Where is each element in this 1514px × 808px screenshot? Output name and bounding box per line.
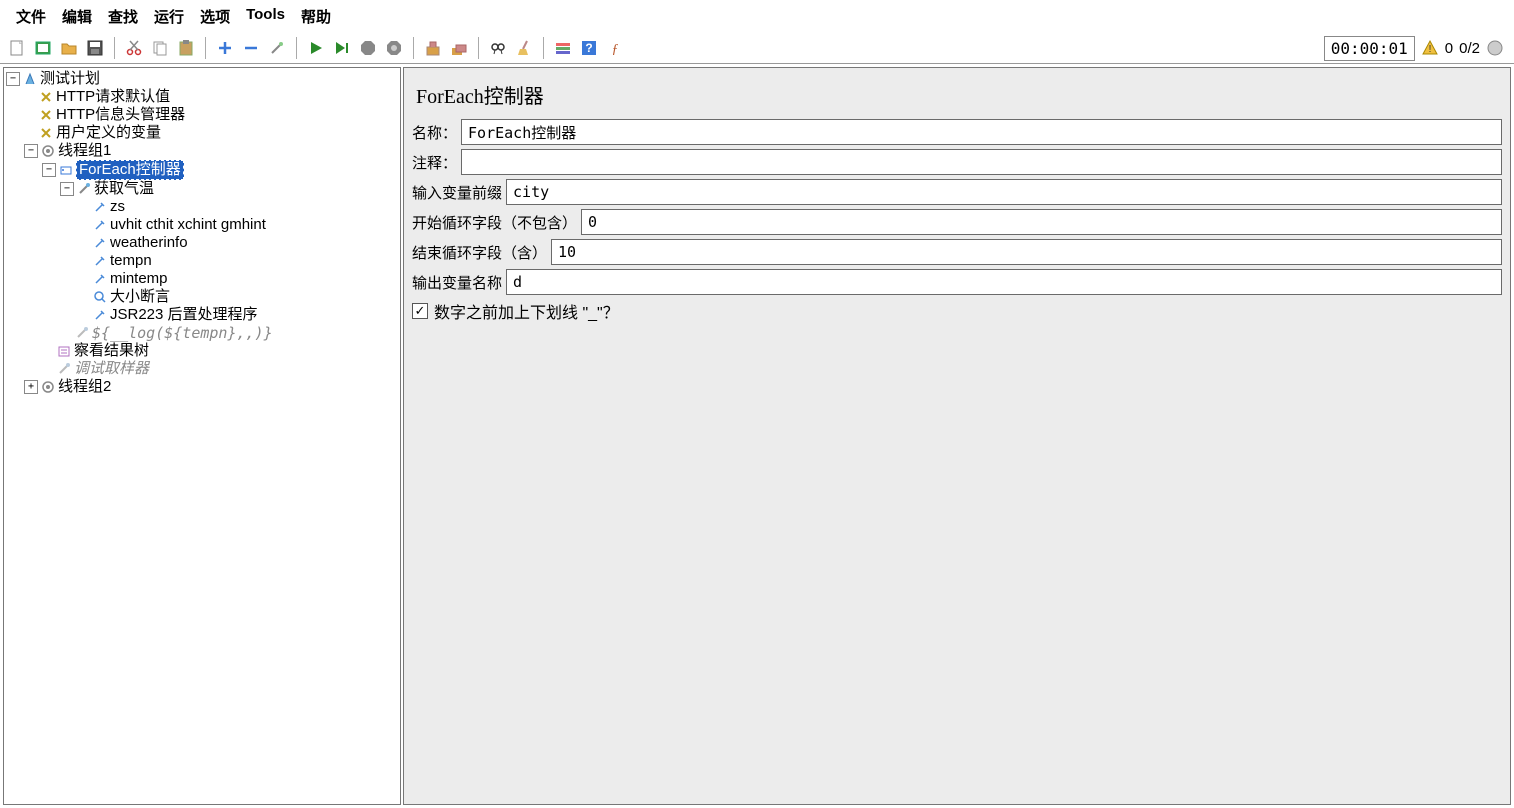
menu-run[interactable]: 运行 (146, 4, 192, 29)
wand-icon[interactable] (264, 35, 290, 61)
open-folder-icon[interactable] (56, 35, 82, 61)
menu-help[interactable]: 帮助 (293, 4, 339, 29)
comment-label: 注释： (412, 152, 461, 173)
svg-text:ƒ: ƒ (612, 42, 619, 57)
name-label: 名称： (412, 122, 461, 143)
status-indicator-icon (1486, 39, 1504, 57)
sampler-icon (56, 361, 72, 377)
extractor-icon (92, 199, 108, 215)
underscore-checkbox[interactable]: ✓ (412, 303, 428, 319)
panel-title: ForEach控制器 (416, 80, 1498, 109)
listener-icon (56, 343, 72, 359)
sampler-icon (74, 325, 90, 341)
shutdown-icon[interactable] (381, 35, 407, 61)
search-icon[interactable] (485, 35, 511, 61)
collapse-icon[interactable]: − (42, 163, 56, 177)
input-prefix-label: 输入变量前缀 (412, 182, 506, 203)
end-index-label: 结束循环字段（含） (412, 242, 551, 263)
templates-icon[interactable] (30, 35, 56, 61)
clear-icon[interactable] (420, 35, 446, 61)
menu-bar: 文件 编辑 查找 运行 选项 Tools 帮助 (0, 0, 1514, 33)
menu-search[interactable]: 查找 (100, 4, 146, 29)
stop-icon[interactable] (355, 35, 381, 61)
menu-edit[interactable]: 编辑 (54, 4, 100, 29)
tree-log-expr[interactable]: ${__log(${tempn},,)} (60, 324, 398, 342)
threadgroup-icon (40, 379, 56, 395)
expand-icon[interactable]: + (24, 380, 38, 394)
tree-var-zs[interactable]: zs (78, 198, 398, 216)
tree-panel[interactable]: − 测试计划 HTTP请求默认值 HTTP信息头管理器 用户定义的变量 − 线程… (3, 67, 401, 805)
editor-panel: ForEach控制器 名称： 注释： 输入变量前缀 开始循环字段（不包含） 结束… (403, 67, 1511, 805)
main-split: − 测试计划 HTTP请求默认值 HTTP信息头管理器 用户定义的变量 − 线程… (0, 64, 1514, 808)
collapse-icon[interactable]: − (24, 144, 38, 158)
config-icon (38, 89, 54, 105)
end-index-input[interactable] (551, 239, 1502, 265)
collapse-icon[interactable]: − (60, 182, 74, 196)
tree-var-weatherinfo[interactable]: weatherinfo (78, 234, 398, 252)
svg-text:?: ? (585, 41, 592, 55)
extractor-icon (92, 235, 108, 251)
tree-size-assertion[interactable]: 大小断言 (78, 288, 398, 306)
save-icon[interactable] (82, 35, 108, 61)
extractor-icon (92, 253, 108, 269)
help-icon[interactable]: ? (576, 35, 602, 61)
tree-http-defaults[interactable]: HTTP请求默认值 (24, 88, 398, 106)
tree-header-manager[interactable]: HTTP信息头管理器 (24, 106, 398, 124)
tree-var-tempn[interactable]: tempn (78, 252, 398, 270)
name-input[interactable] (461, 119, 1502, 145)
new-file-icon[interactable] (4, 35, 30, 61)
svg-text:!: ! (1428, 44, 1431, 55)
paste-icon[interactable] (173, 35, 199, 61)
cut-icon[interactable] (121, 35, 147, 61)
config-icon (38, 107, 54, 123)
output-var-label: 输出变量名称 (412, 272, 506, 293)
start-index-label: 开始循环字段（不包含） (412, 212, 581, 233)
tree-root[interactable]: − 测试计划 (6, 70, 398, 88)
run-no-pause-icon[interactable] (329, 35, 355, 61)
tree-view-results[interactable]: 察看结果树 (42, 342, 398, 360)
menu-file[interactable]: 文件 (8, 4, 54, 29)
clear-all-icon[interactable] (446, 35, 472, 61)
copy-icon[interactable] (147, 35, 173, 61)
collapse-icon[interactable]: − (6, 72, 20, 86)
menu-tools[interactable]: Tools (238, 4, 293, 29)
tree-selected-label: ForEach控制器 (76, 160, 184, 180)
thread-count: 0/2 (1459, 40, 1480, 57)
controller-icon (58, 162, 74, 178)
warning-icon[interactable]: ! (1421, 39, 1439, 57)
tree-jsr223[interactable]: JSR223 后置处理程序 (78, 306, 398, 324)
run-icon[interactable] (303, 35, 329, 61)
output-var-input[interactable] (506, 269, 1502, 295)
tree-debug-sampler[interactable]: 调试取样器 (42, 360, 398, 378)
threadgroup-icon (40, 143, 56, 159)
elapsed-timer: 00:00:01 (1324, 36, 1415, 61)
config-icon (38, 125, 54, 141)
tree-threadgroup-1[interactable]: − 线程组1 (24, 142, 398, 160)
testplan-icon (22, 71, 38, 87)
extractor-icon (92, 271, 108, 287)
menu-options[interactable]: 选项 (192, 4, 238, 29)
toggle-icon[interactable] (550, 35, 576, 61)
extractor-icon (92, 217, 108, 233)
tree-user-vars[interactable]: 用户定义的变量 (24, 124, 398, 142)
function-icon[interactable]: ƒ (602, 35, 628, 61)
minus-icon[interactable] (238, 35, 264, 61)
underscore-label: 数字之前加上下划线 "_"？ (434, 299, 619, 323)
comment-input[interactable] (461, 149, 1502, 175)
tree-threadgroup-2[interactable]: + 线程组2 (24, 378, 398, 396)
broom-icon[interactable] (511, 35, 537, 61)
start-index-input[interactable] (581, 209, 1502, 235)
tree-foreach-controller[interactable]: − ForEach控制器 (42, 160, 398, 180)
sampler-icon (76, 181, 92, 197)
warning-count: 0 (1445, 40, 1453, 57)
plus-icon[interactable] (212, 35, 238, 61)
tree-var-mintemp[interactable]: mintemp (78, 270, 398, 288)
tree-var-uvhit[interactable]: uvhit cthit xchint gmhint (78, 216, 398, 234)
assertion-icon (92, 289, 108, 305)
input-prefix-input[interactable] (506, 179, 1502, 205)
toolbar: ? ƒ 00:00:01 ! 0 0/2 (0, 33, 1514, 64)
postprocessor-icon (92, 307, 108, 323)
tree-weather-sampler[interactable]: − 获取气温 (60, 180, 398, 198)
